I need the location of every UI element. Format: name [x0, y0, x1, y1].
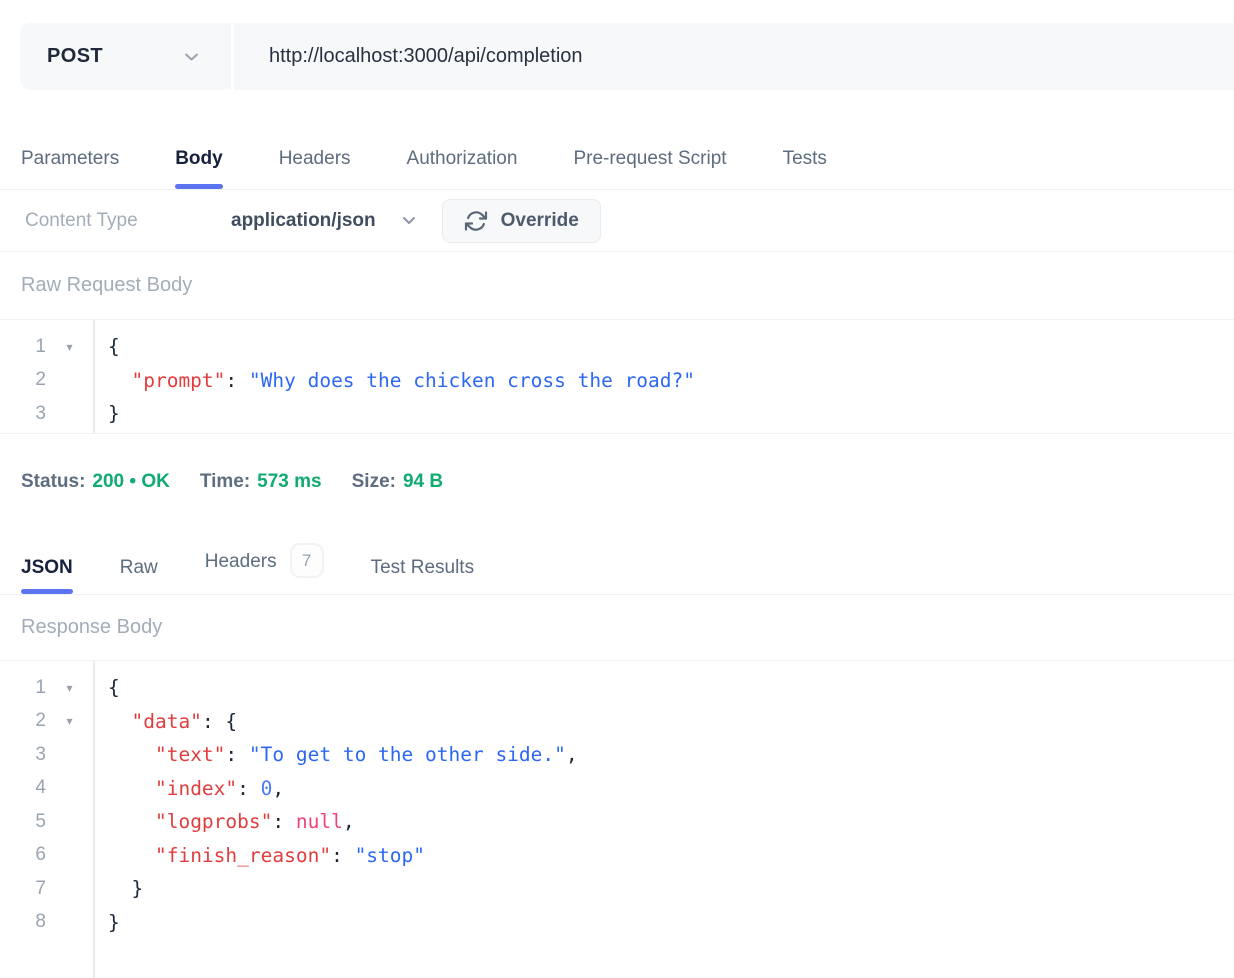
line-number: 2: [0, 710, 46, 732]
fold-arrow-icon[interactable]: ▾: [46, 340, 93, 354]
tab-json[interactable]: JSON: [21, 557, 73, 594]
request-tabs: Parameters Body Headers Authorization Pre-re…: [0, 90, 1234, 190]
editor-line: 2 "prompt": "Why does the chicken cross …: [0, 364, 1234, 398]
chevron-down-icon: [184, 52, 199, 62]
tab-label: Headers: [279, 148, 351, 170]
response-body-editor[interactable]: 1▾{2▾ "data": {3 "text": "To get to the …: [0, 661, 1234, 978]
tab-label: Body: [175, 148, 223, 170]
tab-test-results[interactable]: Test Results: [371, 557, 474, 594]
line-number: 7: [0, 878, 46, 900]
editor-line: 3 "text": "To get to the other side.",: [0, 738, 1234, 772]
response-body-label: Response Body: [21, 616, 162, 639]
status-item-value: 94 B: [403, 471, 443, 493]
tab-tests[interactable]: Tests: [783, 148, 827, 189]
line-number: 5: [0, 811, 46, 833]
code-text: {: [93, 335, 120, 358]
code-text: {: [93, 676, 120, 699]
tab-pre-request-script[interactable]: Pre-request Script: [573, 148, 726, 189]
tab-label: Authorization: [407, 148, 518, 170]
line-number: 3: [0, 744, 46, 766]
tab-count-badge: 7: [290, 543, 324, 578]
content-type-label: Content Type: [25, 210, 231, 232]
tab-label: Pre-request Script: [573, 148, 726, 170]
raw-request-body-row: Raw Request Body: [0, 252, 1234, 320]
code-text: "data": {: [93, 710, 237, 733]
code-text: "finish_reason": "stop": [93, 844, 425, 867]
code-text: }: [93, 877, 143, 900]
request-url-bar: POST http://localhost:3000/api/completio…: [20, 23, 1234, 90]
tab-parameters[interactable]: Parameters: [21, 148, 119, 189]
fold-arrow-icon[interactable]: ▾: [46, 714, 93, 728]
content-type-select[interactable]: application/json: [231, 210, 416, 232]
line-number: 6: [0, 844, 46, 866]
method-label: POST: [47, 45, 103, 68]
url-input[interactable]: http://localhost:3000/api/completion: [234, 23, 1234, 90]
editor-line: 6 "finish_reason": "stop": [0, 839, 1234, 873]
editor-line: 1▾{: [0, 671, 1234, 705]
code-text: }: [93, 911, 120, 934]
top-spacer: [0, 0, 1234, 23]
content-type-value: application/json: [231, 210, 376, 232]
request-body-editor[interactable]: 1▾{2 "prompt": "Why does the chicken cro…: [0, 320, 1234, 434]
status-item: Status: 200 • OK: [21, 471, 170, 493]
active-tab-underline: [175, 184, 223, 189]
line-number: 1: [0, 677, 46, 699]
fold-arrow-icon[interactable]: ▾: [46, 681, 93, 695]
status-item: Time: 573 ms: [200, 471, 322, 493]
tab-label: Test Results: [371, 557, 474, 579]
tab-raw[interactable]: Raw: [120, 557, 158, 594]
status-item-value: 573 ms: [257, 471, 321, 493]
raw-request-body-label: Raw Request Body: [21, 274, 192, 297]
tab-label: Parameters: [21, 148, 119, 170]
method-select[interactable]: POST: [20, 23, 231, 90]
editor-line: 5 "logprobs": null,: [0, 805, 1234, 839]
editor-line: 2▾ "data": {: [0, 705, 1234, 739]
line-number: 3: [0, 403, 46, 425]
response-status-row: Status: 200 • OK Time: 573 ms Size: 94 B: [0, 434, 1234, 530]
code-text: "text": "To get to the other side.",: [93, 743, 578, 766]
status-item-label: Time:: [200, 471, 250, 493]
url-text: http://localhost:3000/api/completion: [269, 45, 583, 68]
tab-label: Raw: [120, 557, 158, 579]
status-item-value: 200 • OK: [92, 471, 169, 493]
editor-line: 8}: [0, 906, 1234, 940]
override-label: Override: [501, 210, 579, 232]
code-text: "prompt": "Why does the chicken cross th…: [93, 369, 695, 392]
tab-headers[interactable]: Headers: [279, 148, 351, 189]
status-item-label: Size:: [352, 471, 396, 493]
content-type-row: Content Type application/json Override: [0, 190, 1234, 252]
tab-label: Tests: [783, 148, 827, 170]
tab-authorization[interactable]: Authorization: [407, 148, 518, 189]
response-tabs: JSON Raw Headers 7 Test Results: [0, 530, 1234, 595]
tab-headers[interactable]: Headers 7: [205, 544, 324, 594]
line-number: 2: [0, 369, 46, 391]
code-text: "logprobs": null,: [93, 810, 355, 833]
tab-label: Headers: [205, 551, 277, 573]
override-button[interactable]: Override: [442, 199, 601, 243]
active-tab-underline: [21, 589, 73, 594]
editor-line: 1▾{: [0, 330, 1234, 364]
response-body-row: Response Body: [0, 595, 1234, 661]
line-number: 4: [0, 777, 46, 799]
refresh-icon: [464, 209, 488, 233]
line-number: 1: [0, 336, 46, 358]
tab-body[interactable]: Body: [175, 148, 223, 189]
status-item: Size: 94 B: [352, 471, 444, 493]
code-text: "index": 0,: [93, 777, 284, 800]
chevron-down-icon: [402, 216, 416, 225]
line-number: 8: [0, 911, 46, 933]
code-text: }: [93, 402, 120, 425]
editor-line: 3}: [0, 397, 1234, 431]
tab-label: JSON: [21, 557, 73, 579]
status-item-label: Status:: [21, 471, 85, 493]
editor-line: 7 }: [0, 872, 1234, 906]
editor-line: 4 "index": 0,: [0, 772, 1234, 806]
